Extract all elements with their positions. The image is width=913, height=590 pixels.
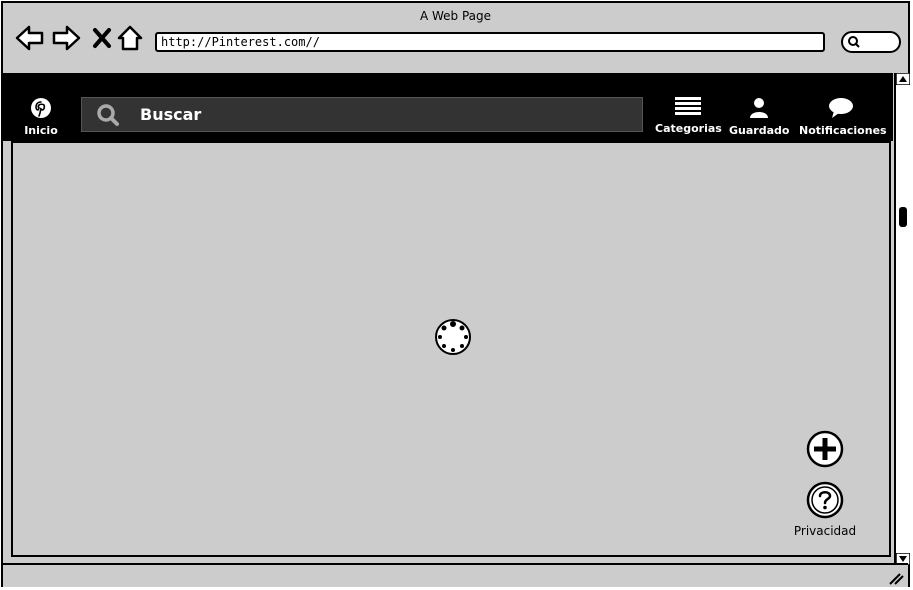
home-nav-item[interactable]: Inicio [19, 97, 63, 137]
scroll-thumb[interactable] [899, 207, 907, 227]
notifications-nav-item[interactable]: Notificaciones [799, 97, 887, 137]
address-bar[interactable]: http://Pinterest.com// [155, 32, 825, 52]
saved-nav-item[interactable]: Guardado [729, 97, 789, 137]
search-icon [97, 103, 119, 126]
arrow-left-icon [15, 25, 44, 51]
categories-nav-label: Categorias [655, 122, 722, 135]
scroll-up-arrow-icon[interactable] [896, 73, 910, 85]
browser-search-field[interactable] [841, 31, 901, 53]
menu-lines-icon [675, 97, 701, 115]
loading-spinner-icon [435, 319, 471, 355]
search-input[interactable]: Buscar [81, 97, 643, 132]
home-button[interactable] [115, 23, 145, 53]
home-icon [117, 25, 143, 51]
stop-button[interactable] [87, 23, 117, 53]
back-button[interactable] [15, 23, 45, 53]
status-bar [3, 563, 908, 587]
forward-button[interactable] [51, 23, 81, 53]
close-icon [93, 28, 111, 48]
user-icon [750, 98, 768, 118]
window-title: A Web Page [419, 9, 492, 23]
categories-nav-item[interactable]: Categorias [655, 97, 722, 135]
privacy-link[interactable]: Privacidad [783, 524, 867, 538]
add-pin-button[interactable] [806, 430, 844, 472]
notifications-nav-label: Notificaciones [799, 124, 887, 137]
pinterest-logo-icon [31, 98, 51, 118]
saved-nav-label: Guardado [729, 124, 790, 137]
main-content: Privacidad [11, 141, 891, 557]
search-icon [848, 36, 860, 48]
vertical-scrollbar[interactable] [894, 73, 910, 565]
help-button[interactable] [806, 481, 844, 523]
search-placeholder: Buscar [140, 105, 202, 124]
question-circle-icon [806, 481, 844, 519]
home-nav-label: Inicio [24, 124, 58, 137]
resize-grip-icon[interactable] [888, 571, 904, 585]
pinterest-header: Inicio Buscar Categorias Guardado Notifi… [3, 73, 893, 141]
plus-circle-icon [806, 430, 844, 468]
speech-bubble-icon [829, 98, 853, 118]
browser-toolbar: A Web Page http://Pinterest.com// [3, 3, 908, 73]
browser-window: A Web Page http://Pinterest.com// Inicio… [1, 1, 910, 587]
arrow-right-icon [52, 25, 81, 51]
